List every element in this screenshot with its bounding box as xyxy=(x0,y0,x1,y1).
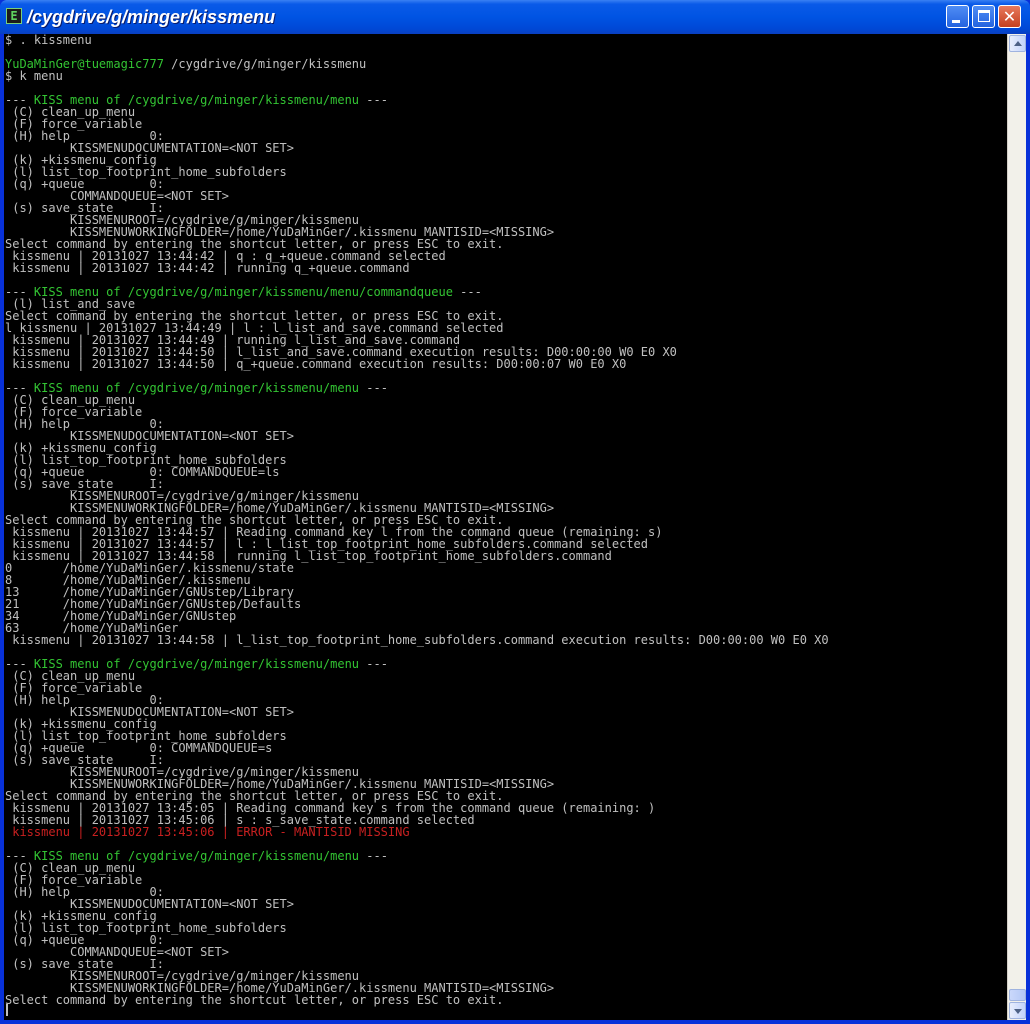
minimize-icon xyxy=(952,20,960,23)
scroll-up-button[interactable] xyxy=(1009,35,1026,52)
console-text: --- xyxy=(359,849,388,863)
scroll-thumb[interactable] xyxy=(1009,989,1026,1001)
console-text: Select command by entering the shortcut … xyxy=(5,993,504,1007)
console-line: kissmenu | 20131027 13:45:06 | ERROR - M… xyxy=(5,826,829,838)
console-text: $ . kissmenu xyxy=(5,34,92,47)
terminal-icon[interactable]: E xyxy=(6,8,22,24)
title-bar[interactable]: E /cygdrive/g/minger/kissmenu ✕ xyxy=(0,0,1030,34)
console-line: kissmenu | 20131027 13:44:58 | l_list_to… xyxy=(5,633,829,647)
scroll-down-button[interactable] xyxy=(1009,1002,1026,1019)
maximize-button[interactable] xyxy=(972,5,995,28)
console-text: $ k menu xyxy=(5,69,63,83)
close-icon: ✕ xyxy=(1002,7,1017,26)
console-lines: $ . kissmenu YuDaMinGer@tuemagic777 /cygd… xyxy=(5,34,829,1006)
text-cursor xyxy=(6,1004,8,1016)
error-text: kissmenu | 20131027 13:45:06 | ERROR - M… xyxy=(5,825,410,839)
console-text: --- xyxy=(359,93,388,107)
console-line: YuDaMinGer@tuemagic777 /cygdrive/g/minge… xyxy=(5,58,829,70)
console-text: --- xyxy=(359,657,388,671)
console-output[interactable]: $ . kissmenu YuDaMinGer@tuemagic777 /cygd… xyxy=(4,34,1007,1020)
close-button[interactable]: ✕ xyxy=(998,5,1021,28)
console-line: $ k menu xyxy=(5,70,829,82)
console-text: kissmenu | 20131027 13:44:50 | q_+queue.… xyxy=(5,357,627,371)
console-text: kissmenu | 20131027 13:44:58 | l_list_to… xyxy=(5,633,829,647)
console-text: --- xyxy=(359,381,388,395)
console-line: kissmenu | 20131027 13:44:50 | q_+queue.… xyxy=(5,358,829,370)
vertical-scrollbar[interactable] xyxy=(1007,34,1026,1020)
console-text: /cygdrive/g/minger/kissmenu xyxy=(163,57,367,71)
maximize-icon xyxy=(978,10,990,22)
console-text: kissmenu | 20131027 13:44:42 | running q… xyxy=(5,261,410,275)
window-title: /cygdrive/g/minger/kissmenu xyxy=(27,7,276,27)
arrow-up-icon xyxy=(1014,41,1022,46)
minimize-button[interactable] xyxy=(946,5,969,28)
console-line: $ . kissmenu xyxy=(5,34,829,46)
console-line: Select command by entering the shortcut … xyxy=(5,994,829,1006)
terminal-window: E /cygdrive/g/minger/kissmenu ✕ $ . kiss… xyxy=(0,0,1030,1024)
console-line: kissmenu | 20131027 13:44:42 | running q… xyxy=(5,262,829,274)
console-text: --- xyxy=(452,285,482,299)
arrow-down-icon xyxy=(1014,1009,1022,1014)
